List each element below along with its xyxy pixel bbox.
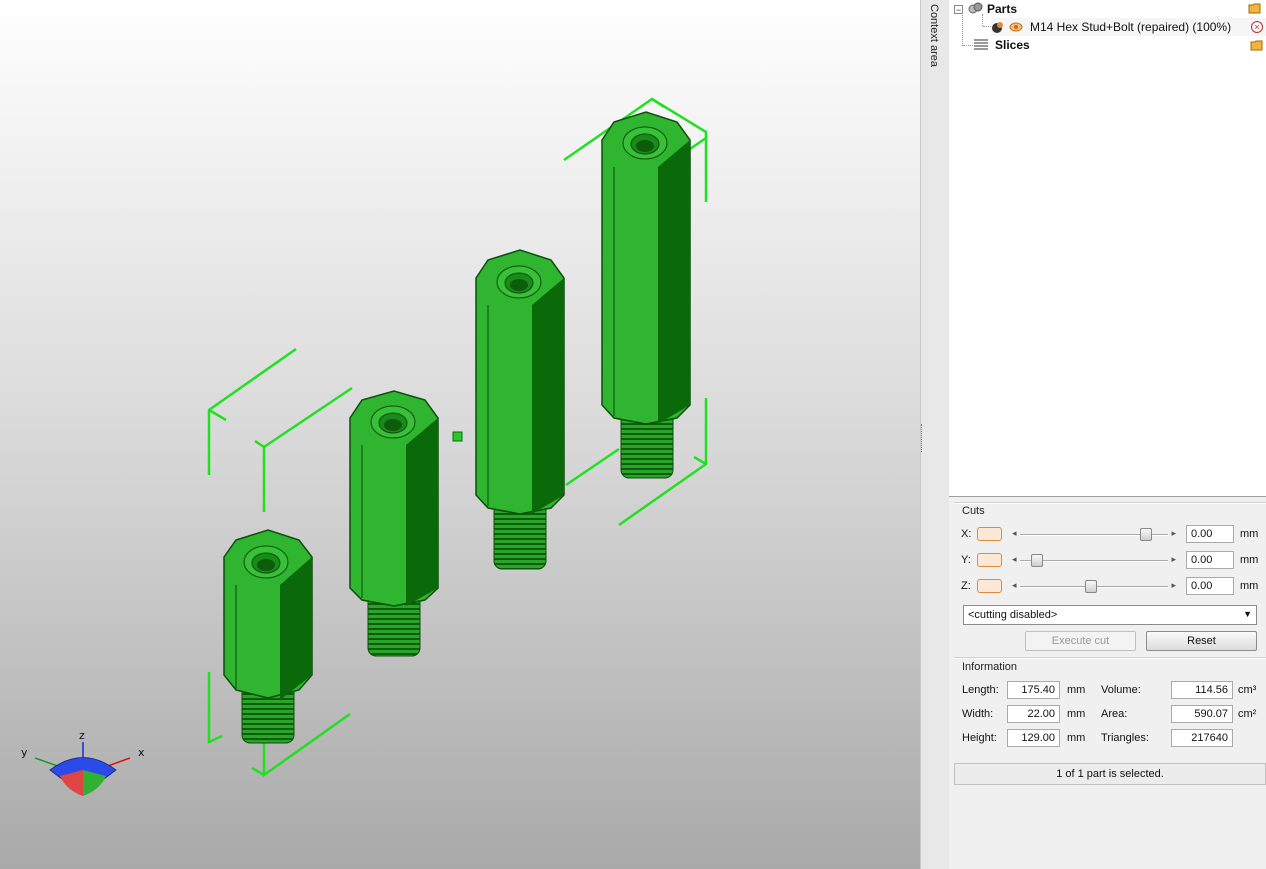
slider-left-arrow-icon[interactable]: ◂ (1012, 554, 1017, 565)
selection-status: 1 of 1 part is selected. (954, 763, 1266, 785)
slices-icon (974, 39, 988, 50)
slider-left-arrow-icon[interactable]: ◂ (1012, 580, 1017, 591)
slider-thumb[interactable] (1030, 553, 1043, 567)
splitter-grip[interactable] (921, 424, 926, 452)
cut-z-toggle[interactable] (977, 579, 1002, 593)
axis-label-z: z (79, 729, 85, 742)
3d-viewport[interactable]: z x y (0, 0, 920, 869)
hex-stud-2[interactable] (349, 390, 439, 657)
width-unit: mm (1067, 708, 1086, 720)
remove-part-icon[interactable]: × (1251, 21, 1263, 33)
cut-y-value[interactable]: 0.00 (1186, 551, 1234, 569)
tree-node-slices[interactable]: Slices (973, 36, 1266, 54)
cut-x-toggle[interactable] (977, 527, 1002, 541)
cut-axis-label: Z: (961, 580, 971, 592)
cut-z-slider[interactable]: ◂ ▸ (1010, 579, 1178, 593)
hex-stud-3[interactable] (475, 249, 565, 570)
cut-x-slider[interactable]: ◂ ▸ (1010, 527, 1178, 541)
cut-mode-select[interactable]: <cutting disabled> ▼ (963, 605, 1257, 625)
parts-label: Parts (987, 2, 1018, 16)
cut-z-value[interactable]: 0.00 (1186, 577, 1234, 595)
open-folder-icon[interactable] (1248, 2, 1262, 14)
slider-thumb[interactable] (1085, 579, 1098, 593)
volume-value: 114.56 (1171, 681, 1233, 699)
height-unit: mm (1067, 732, 1086, 744)
selection-handle[interactable] (452, 431, 463, 442)
area-value: 590.07 (1171, 705, 1233, 723)
tree-node-part[interactable]: M14 Hex Stud+Bolt (repaired) (100%) × (991, 18, 1266, 36)
context-area-label: Context area (928, 4, 940, 67)
width-value: 22.00 (1007, 705, 1060, 723)
cut-mode-value: <cutting disabled> (968, 609, 1058, 621)
visibility-eye-icon[interactable] (1008, 20, 1024, 34)
cut-row-x: X: ◂ ▸ 0.00 mm (961, 524, 1258, 544)
height-label: Height: (962, 732, 997, 744)
information-title: Information (962, 661, 1018, 673)
cut-y-unit: mm (1240, 554, 1259, 566)
slider-left-arrow-icon[interactable]: ◂ (1012, 528, 1017, 539)
part-shape-icon (992, 22, 1003, 33)
axis-label-x: x (138, 746, 145, 759)
triangles-label: Triangles: (1101, 732, 1149, 744)
collapse-toggle-icon[interactable]: − (954, 4, 963, 14)
tree-node-parts[interactable]: − Parts (954, 0, 1264, 18)
parts-tree[interactable]: − Parts M14 Hex Stud+Bolt (repaired) (10… (949, 0, 1266, 497)
slider-right-arrow-icon[interactable]: ▸ (1171, 554, 1176, 565)
length-unit: mm (1067, 684, 1086, 696)
width-label: Width: (962, 708, 994, 720)
slider-right-arrow-icon[interactable]: ▸ (1171, 528, 1176, 539)
axis-gizmo[interactable]: z x y (21, 729, 145, 796)
volume-unit: cm³ (1238, 684, 1257, 696)
slider-thumb[interactable] (1139, 527, 1152, 541)
parts-group-icon (968, 2, 983, 14)
height-value: 129.00 (1007, 729, 1060, 747)
execute-cut-button[interactable]: Execute cut (1025, 631, 1136, 651)
scene-canvas[interactable]: z x y (0, 0, 920, 869)
chevron-down-icon: ▼ (1243, 609, 1252, 619)
hex-stud-1[interactable] (223, 529, 313, 744)
cut-y-toggle[interactable] (977, 553, 1002, 567)
slices-label: Slices (995, 38, 1030, 52)
hex-stud-4[interactable] (601, 111, 691, 479)
volume-label: Volume: (1101, 684, 1141, 696)
cut-x-value[interactable]: 0.00 (1186, 525, 1234, 543)
cut-y-slider[interactable]: ◂ ▸ (1010, 553, 1178, 567)
cut-axis-label: Y: (961, 554, 971, 566)
open-folder-icon[interactable] (1250, 39, 1264, 51)
triangles-value: 217640 (1171, 729, 1233, 747)
part-name-label: M14 Hex Stud+Bolt (repaired) (100%) (1030, 20, 1232, 34)
area-unit: cm² (1238, 708, 1257, 720)
context-area-strip[interactable]: Context area (920, 0, 950, 869)
cut-row-y: Y: ◂ ▸ 0.00 mm (961, 550, 1258, 570)
area-label: Area: (1101, 708, 1128, 720)
cut-row-z: Z: ◂ ▸ 0.00 mm (961, 576, 1258, 596)
cuts-title: Cuts (962, 505, 985, 517)
reset-button[interactable]: Reset (1146, 631, 1257, 651)
cut-axis-label: X: (961, 528, 972, 540)
right-panel: − Parts M14 Hex Stud+Bolt (repaired) (10… (949, 0, 1266, 869)
length-label: Length: (962, 684, 999, 696)
cut-x-unit: mm (1240, 528, 1259, 540)
length-value: 175.40 (1007, 681, 1060, 699)
slider-right-arrow-icon[interactable]: ▸ (1171, 580, 1176, 591)
cut-z-unit: mm (1240, 580, 1259, 592)
axis-label-y: y (21, 746, 28, 759)
